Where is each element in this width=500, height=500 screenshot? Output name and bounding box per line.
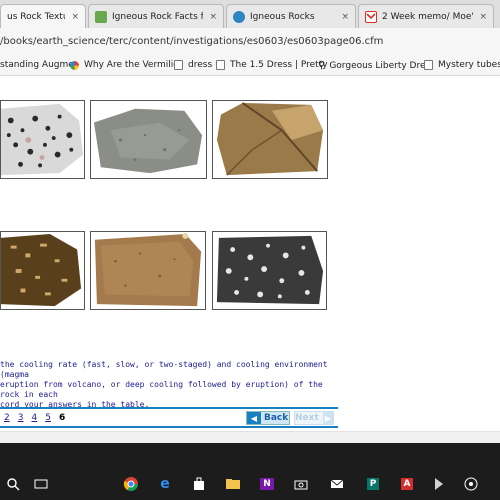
tab-igneous-rock-facts[interactable]: Igneous Rock Facts for K × xyxy=(88,4,224,28)
bookmarks-bar: standing Augme Why Are the Vermilio dres… xyxy=(0,56,500,76)
horizontal-scrollbar[interactable] xyxy=(0,431,500,443)
acrobat-icon[interactable]: A xyxy=(396,475,418,493)
gmail-icon xyxy=(365,10,377,23)
tab-gmail-memo[interactable]: 2 Week memo/ Moe's W × xyxy=(358,4,494,28)
back-arrow-icon: ◀ xyxy=(247,412,261,424)
edge-icon[interactable]: e xyxy=(154,475,176,493)
page-link-2[interactable]: 2 xyxy=(4,413,10,423)
page-icon xyxy=(216,60,225,70)
tab-label: 2 Week memo/ Moe's W xyxy=(382,11,473,22)
pinwheel-icon xyxy=(70,60,79,70)
instructions-line: the cooling rate (fast, slow, or two-sta… xyxy=(0,360,328,379)
pin-icon: ⚲ xyxy=(318,60,326,71)
close-icon[interactable]: × xyxy=(479,12,487,22)
instructions-line: eruption from volcano, or deep cooling f… xyxy=(0,380,323,399)
next-label: Next xyxy=(295,413,319,423)
bookmark-label: Why Are the Vermilio xyxy=(84,60,179,70)
search-icon[interactable] xyxy=(2,475,24,493)
page-icon xyxy=(174,60,183,70)
site-globe-icon xyxy=(233,10,245,23)
back-label: Back xyxy=(264,413,289,423)
camera-icon[interactable] xyxy=(290,475,312,493)
store-icon[interactable] xyxy=(188,475,210,493)
url-text: /books/earth_science/terc/content/invest… xyxy=(0,36,384,47)
media-icon[interactable] xyxy=(460,475,482,493)
bookmark-item[interactable]: ⚲ Gorgeous Liberty Dre xyxy=(318,60,426,71)
rock-image-brown-crystal[interactable] xyxy=(212,100,328,179)
page-content: the cooling rate (fast, slow, or two-sta… xyxy=(0,77,500,431)
bookmark-item[interactable]: dress xyxy=(174,60,212,70)
page-link-4[interactable]: 4 xyxy=(31,413,37,423)
publisher-icon[interactable]: P xyxy=(362,475,384,493)
bookmark-item[interactable]: Mystery tubes les xyxy=(424,60,500,70)
app-icon[interactable] xyxy=(428,475,450,493)
onenote-icon[interactable]: N xyxy=(256,475,278,493)
close-icon[interactable]: × xyxy=(341,12,349,22)
tab-igneous-rocks[interactable]: Igneous Rocks × xyxy=(226,4,356,28)
address-bar[interactable]: /books/earth_science/terc/content/invest… xyxy=(0,28,500,56)
task-view-icon[interactable] xyxy=(30,475,52,493)
kids-site-icon xyxy=(95,10,107,23)
bookmark-label: Mystery tubes les xyxy=(438,60,500,70)
page-link-3[interactable]: 3 xyxy=(18,413,24,423)
taskbar: e N P A xyxy=(0,443,500,500)
instructions-text: the cooling rate (fast, slow, or two-sta… xyxy=(0,360,340,410)
rock-image-granite[interactable] xyxy=(0,100,85,179)
bookmark-label: dress xyxy=(188,60,213,70)
rock-image-gray-basalt[interactable] xyxy=(90,100,207,179)
bookmark-item[interactable]: standing Augme xyxy=(0,60,74,70)
bookmark-item[interactable]: Why Are the Vermilio xyxy=(70,60,179,70)
bookmark-label: The 1.5 Dress | Pretty xyxy=(230,60,328,70)
file-explorer-icon[interactable] xyxy=(222,475,244,493)
mail-icon[interactable] xyxy=(326,475,348,493)
page-navigation: 2 3 4 5 6 ◀ Back Next ▶ xyxy=(0,407,338,428)
back-button[interactable]: ◀ Back xyxy=(246,411,290,425)
pagination: 2 3 4 5 6 xyxy=(4,413,65,423)
rock-image-diorite[interactable] xyxy=(212,231,327,310)
bookmark-label: Gorgeous Liberty Dre xyxy=(329,60,426,71)
next-arrow-icon: ▶ xyxy=(322,412,333,424)
bookmark-label: standing Augme xyxy=(0,60,74,70)
bookmark-item[interactable]: The 1.5 Dress | Pretty xyxy=(216,60,328,70)
page-icon xyxy=(424,60,433,70)
current-page: 6 xyxy=(58,413,66,423)
rock-image-brown-porphyry[interactable] xyxy=(0,231,85,310)
tab-label: Igneous Rocks xyxy=(250,11,315,22)
close-icon[interactable]: × xyxy=(209,12,217,22)
tab-label: Igneous Rock Facts for K xyxy=(112,11,203,22)
tab-rock-textures[interactable]: us Rock Textures a × xyxy=(0,4,86,28)
rock-image-tan-pumice[interactable] xyxy=(90,231,206,310)
chrome-icon[interactable] xyxy=(120,475,142,493)
close-icon[interactable]: × xyxy=(71,12,79,22)
tab-bar: us Rock Textures a × Igneous Rock Facts … xyxy=(0,0,500,28)
page-link-5[interactable]: 5 xyxy=(45,413,51,423)
next-button[interactable]: Next ▶ xyxy=(294,411,334,425)
tab-label: us Rock Textures a xyxy=(7,11,65,22)
